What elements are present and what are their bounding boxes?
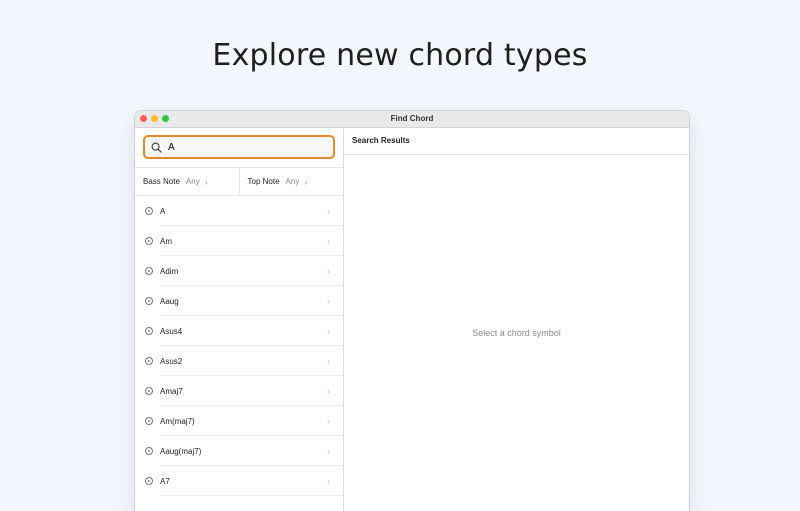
window-title: Find Chord — [390, 114, 434, 123]
minimize-window-button[interactable] — [151, 115, 158, 122]
list-item[interactable]: A7 › — [135, 466, 343, 496]
zoom-window-button[interactable] — [162, 115, 169, 122]
empty-state-message: Select a chord symbol — [472, 328, 561, 338]
search-box[interactable] — [143, 135, 335, 159]
play-icon[interactable] — [145, 477, 153, 485]
list-item[interactable]: A › — [135, 196, 343, 226]
top-note-filter[interactable]: Top Note Any › — [238, 168, 344, 195]
chord-list: A › Am › Adim › Aaug › Asus4 › Asus2 › A… — [135, 196, 343, 496]
chord-label: Amaj7 — [160, 386, 183, 396]
chevron-right-icon: › — [327, 296, 330, 306]
search-container — [135, 128, 343, 166]
chord-label: Am(maj7) — [160, 416, 195, 426]
play-icon[interactable] — [145, 237, 153, 245]
list-item[interactable]: Aaug › — [135, 286, 343, 316]
titlebar: Find Chord — [135, 111, 689, 128]
chevron-right-icon: › — [327, 356, 330, 366]
chord-label: A7 — [160, 476, 170, 486]
list-item[interactable]: Amaj7 › — [135, 376, 343, 406]
play-icon[interactable] — [145, 327, 153, 335]
chord-label: Aaug — [160, 296, 179, 306]
find-chord-window: Find Chord Bass Note Any › Top Note Any … — [135, 111, 689, 511]
chord-label: Adim — [160, 266, 179, 276]
chevron-right-icon: › — [304, 176, 308, 187]
play-icon[interactable] — [145, 267, 153, 275]
chevron-right-icon: › — [327, 476, 330, 486]
chord-label: Aaug(maj7) — [160, 446, 202, 456]
play-icon[interactable] — [145, 387, 153, 395]
list-item[interactable]: Asus2 › — [135, 346, 343, 376]
chevron-right-icon: › — [327, 446, 330, 456]
bass-note-filter[interactable]: Bass Note Any › — [135, 168, 239, 195]
chevron-right-icon: › — [204, 176, 208, 187]
chevron-right-icon: › — [327, 416, 330, 426]
bass-note-label: Bass Note — [143, 177, 180, 186]
list-item[interactable]: Asus4 › — [135, 316, 343, 346]
chevron-right-icon: › — [327, 236, 330, 246]
chord-label: Asus2 — [160, 356, 183, 366]
chevron-right-icon: › — [327, 326, 330, 336]
play-icon[interactable] — [145, 447, 153, 455]
chevron-right-icon: › — [327, 206, 330, 216]
search-results-header: Search Results — [344, 128, 689, 155]
chevron-right-icon: › — [327, 266, 330, 276]
top-note-label: Top Note — [247, 177, 280, 186]
chord-label: Am — [160, 236, 172, 246]
play-icon[interactable] — [145, 357, 153, 365]
search-results-panel: Search Results Select a chord symbol — [344, 128, 689, 511]
top-note-value: Any — [285, 177, 300, 186]
search-input[interactable] — [168, 141, 318, 153]
list-item[interactable]: Aaug(maj7) › — [135, 436, 343, 466]
play-icon[interactable] — [145, 207, 153, 215]
chord-list-panel: Bass Note Any › Top Note Any › A › Am › — [135, 128, 344, 511]
list-item[interactable]: Am(maj7) › — [135, 406, 343, 436]
play-icon[interactable] — [145, 297, 153, 305]
close-window-button[interactable] — [140, 115, 147, 122]
bass-note-value: Any — [185, 177, 200, 186]
note-filters: Bass Note Any › Top Note Any › — [135, 167, 343, 196]
list-item[interactable]: Am › — [135, 226, 343, 256]
list-item[interactable]: Adim › — [135, 256, 343, 286]
chevron-right-icon: › — [327, 386, 330, 396]
chord-label: Asus4 — [160, 326, 183, 336]
window-controls — [140, 115, 169, 122]
play-icon[interactable] — [145, 417, 153, 425]
search-icon — [151, 142, 162, 153]
headline: Explore new chord types — [212, 38, 588, 73]
chord-label: A — [160, 206, 166, 216]
